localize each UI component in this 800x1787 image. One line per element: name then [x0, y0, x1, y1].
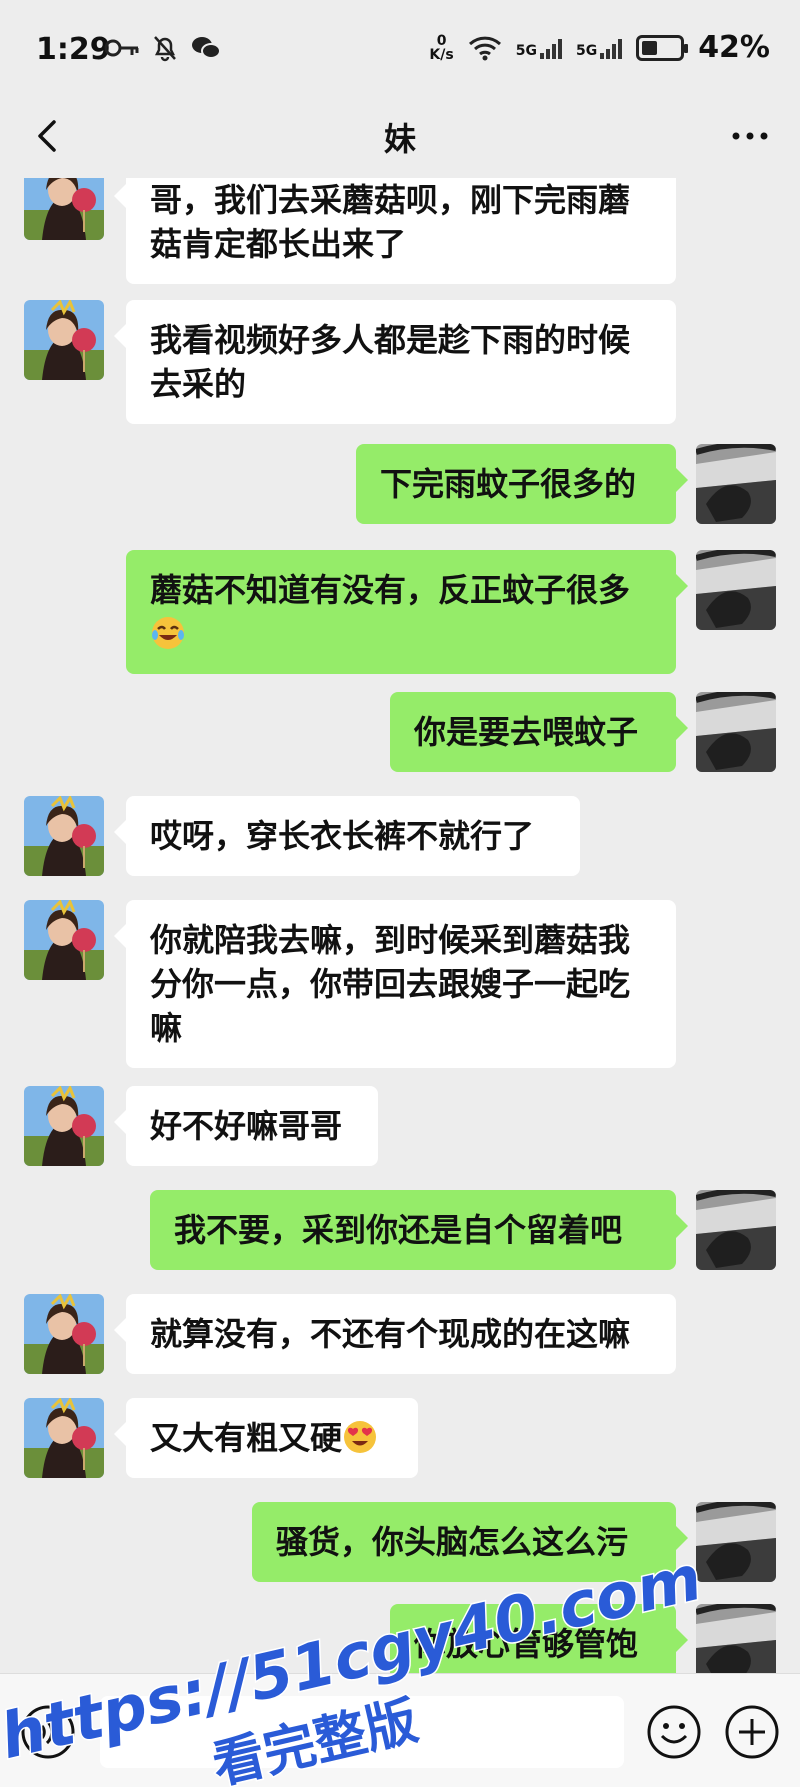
contact-avatar[interactable]	[24, 1086, 104, 1166]
incoming-message: 哥，我们去采蘑菇呗，刚下完雨蘑 菇肯定都长出来了	[0, 178, 800, 284]
outgoing-message: 蘑菇不知道有没有，反正蚊子很多	[0, 550, 800, 674]
message-bubble[interactable]: 哎呀，穿长衣长裤不就行了	[114, 796, 580, 876]
network-speed: 0 K/s	[429, 34, 453, 62]
message-text-line: 哥，我们去采蘑菇呗，刚下完雨蘑	[150, 181, 631, 219]
more-dots-icon[interactable]	[728, 118, 772, 154]
my-avatar[interactable]	[696, 1190, 776, 1270]
outgoing-message: 你放心管够管饱	[0, 1604, 800, 1673]
contact-avatar[interactable]	[24, 900, 104, 980]
message-text-line: 下完雨蚊子很多的	[380, 465, 637, 503]
tears-of-joy-emoji-icon	[152, 617, 184, 649]
signal-5g-2: 5G	[575, 37, 623, 59]
battery-icon	[636, 34, 689, 61]
outgoing-message: 你是要去喂蚊子	[0, 692, 800, 776]
heart-eyes-emoji-icon	[344, 1421, 377, 1453]
message-bubble[interactable]: 哥，我们去采蘑菇呗，刚下完雨蘑 菇肯定都长出来了	[114, 178, 676, 284]
outgoing-message: 骚货，你头脑怎么这么污	[0, 1502, 800, 1586]
network-type-2: 5G	[575, 42, 598, 59]
my-avatar[interactable]	[696, 1502, 776, 1582]
status-time: 1:29	[36, 32, 111, 67]
bell-off-icon	[154, 36, 176, 62]
key-icon	[104, 39, 139, 57]
message-bubble[interactable]: 下完雨蚊子很多的	[356, 444, 688, 524]
incoming-message: 好不好嘛哥哥	[0, 1086, 800, 1170]
input-bar	[0, 1673, 800, 1787]
contact-avatar[interactable]	[24, 1398, 104, 1478]
message-text-line: 嘛	[150, 1009, 183, 1047]
chat-title: 妹	[383, 120, 416, 158]
message-bubble[interactable]: 我不要，采到你还是自个留着吧	[150, 1190, 688, 1270]
message-bubble[interactable]: 你是要去喂蚊子	[390, 692, 688, 772]
contact-avatar[interactable]	[24, 1294, 104, 1374]
message-text-line: 去采的	[150, 365, 247, 403]
message-bubble[interactable]: 又大有粗又硬	[114, 1398, 418, 1478]
smiley-icon[interactable]	[646, 1704, 702, 1760]
my-avatar[interactable]	[696, 550, 776, 630]
battery-percent: 42%	[698, 30, 770, 65]
incoming-message: 你就陪我去嘛，到时候采到蘑菇我 分你一点，你带回去跟嫂子一起吃嘛	[0, 900, 800, 1068]
plus-circle-icon[interactable]	[724, 1704, 780, 1760]
network-speed-value: 0	[436, 32, 447, 49]
signal-5g-1: 5G	[516, 37, 562, 59]
message-bubble[interactable]: 蘑菇不知道有没有，反正蚊子很多	[126, 550, 688, 674]
message-text-line: 骚货，你头脑怎么这么污	[276, 1523, 629, 1561]
my-avatar[interactable]	[696, 444, 776, 524]
signal-bars-1	[539, 37, 562, 59]
signal-bars-2	[600, 37, 623, 59]
network-type-1: 5G	[515, 42, 537, 59]
message-text-line: 你就陪我去嘛，到时候采到蘑菇我	[150, 921, 631, 959]
message-emoji-line	[150, 612, 652, 656]
incoming-message: 就算没有，不还有个现成的在这嘛	[0, 1294, 800, 1378]
contact-avatar[interactable]	[24, 300, 104, 380]
message-bubble[interactable]: 骚货，你头脑怎么这么污	[252, 1502, 688, 1582]
incoming-message: 哎呀，穿长衣长裤不就行了	[0, 796, 800, 880]
voice-icon[interactable]	[20, 1704, 76, 1760]
chat-header: 妹	[0, 98, 800, 178]
incoming-message: 我看视频好多人都是趁下雨的时候 去采的	[0, 300, 800, 424]
contact-avatar[interactable]	[24, 178, 104, 240]
message-text-line: 蘑菇不知道有没有，反正蚊子很多	[150, 571, 631, 609]
message-text-line: 又大有粗又硬	[150, 1416, 394, 1460]
incoming-message: 又大有粗又硬	[0, 1398, 800, 1482]
outgoing-message: 我不要，采到你还是自个留着吧	[0, 1190, 800, 1274]
message-text-line: 你放心管够管饱	[414, 1625, 639, 1663]
message-bubble[interactable]: 好不好嘛哥哥	[114, 1086, 378, 1166]
message-text-line: 我看视频好多人都是趁下雨的时候	[150, 321, 631, 359]
status-bar: 1:29 0 K/s 5G 5G 42%	[0, 0, 800, 98]
my-avatar[interactable]	[696, 692, 776, 772]
message-text-line: 菇肯定都长出来了	[150, 225, 407, 263]
message-bubble[interactable]: 你就陪我去嘛，到时候采到蘑菇我 分你一点，你带回去跟嫂子一起吃嘛	[114, 900, 676, 1068]
status-icons-right: 0 K/s 5G 5G 42%	[429, 30, 770, 65]
status-icons-left	[104, 34, 222, 62]
message-text-line: 就算没有，不还有个现成的在这嘛	[150, 1315, 631, 1353]
message-input[interactable]	[100, 1696, 624, 1768]
my-avatar[interactable]	[696, 1604, 776, 1673]
message-text-line: 分你一点，你带回去跟嫂子一起吃	[150, 965, 631, 1003]
contact-avatar[interactable]	[24, 796, 104, 876]
message-text-line: 你是要去喂蚊子	[414, 713, 639, 751]
outgoing-message: 下完雨蚊子很多的	[0, 444, 800, 528]
message-list[interactable]: 哥，我们去采蘑菇呗，刚下完雨蘑 菇肯定都长出来了我看视频好多人都是趁下雨的时候 去采…	[0, 178, 800, 1673]
message-text-line: 我不要，采到你还是自个留着吧	[174, 1211, 623, 1249]
message-text-line: 哎呀，穿长衣长裤不就行了	[150, 817, 535, 855]
message-bubble[interactable]: 就算没有，不还有个现成的在这嘛	[114, 1294, 676, 1374]
wifi-icon	[468, 36, 501, 60]
wechat-icon	[192, 37, 221, 59]
message-text-line: 好不好嘛哥哥	[150, 1107, 343, 1145]
message-bubble[interactable]: 我看视频好多人都是趁下雨的时候 去采的	[114, 300, 676, 424]
message-bubble[interactable]: 你放心管够管饱	[390, 1604, 688, 1673]
network-speed-unit: K/s	[429, 46, 454, 63]
